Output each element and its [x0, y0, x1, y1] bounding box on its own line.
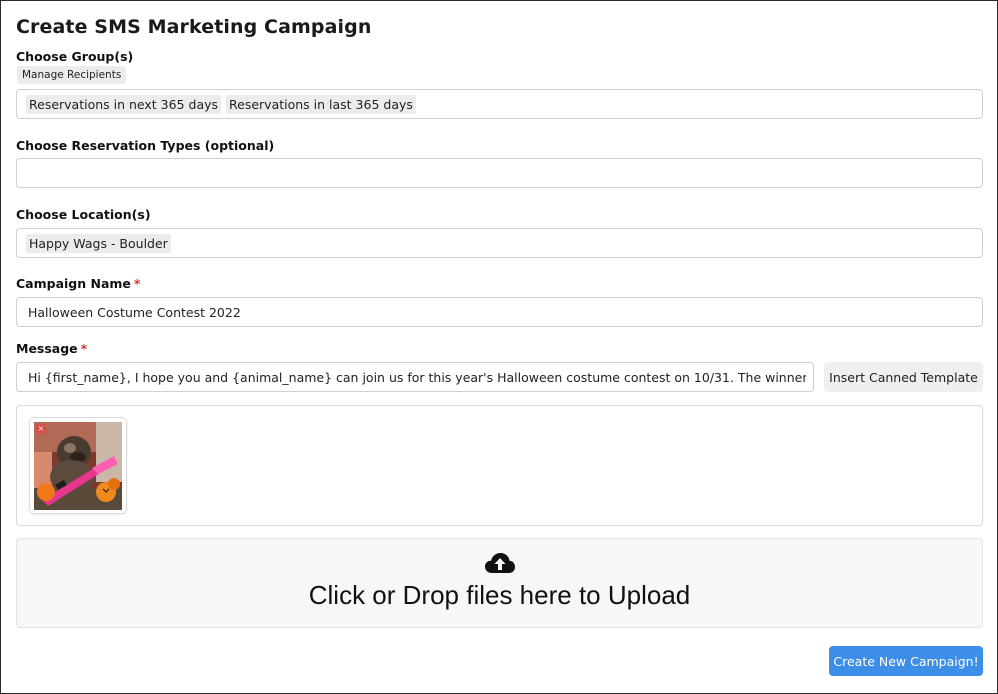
upload-instructions: Click or Drop files here to Upload: [308, 580, 691, 610]
dog-costume-photo: [34, 422, 122, 510]
locations-select[interactable]: Happy Wags - Boulder: [16, 228, 983, 258]
create-new-campaign-button[interactable]: Create New Campaign!: [829, 646, 983, 676]
groups-select[interactable]: Reservations in next 365 days Reservatio…: [16, 89, 983, 119]
page-title: Create SMS Marketing Campaign: [16, 16, 372, 38]
close-icon[interactable]: ×: [36, 424, 46, 434]
message-input[interactable]: Hi {first_name}, I hope you and {animal_…: [16, 362, 814, 392]
reservation-types-select[interactable]: [16, 158, 983, 188]
required-marker: *: [133, 276, 141, 291]
locations-label: Choose Location(s): [16, 207, 151, 222]
message-label: Message *: [16, 341, 87, 356]
message-label-text: Message: [16, 341, 78, 356]
campaign-name-label: Campaign Name *: [16, 276, 140, 291]
message-value: Hi {first_name}, I hope you and {animal_…: [28, 369, 806, 385]
insert-canned-template-button[interactable]: Insert Canned Template: [824, 362, 983, 392]
attachment-preview-area: ×: [16, 405, 983, 526]
reservation-types-label: Choose Reservation Types (optional): [16, 138, 275, 153]
location-chip[interactable]: Happy Wags - Boulder: [26, 233, 171, 253]
group-chip[interactable]: Reservations in next 365 days: [26, 94, 222, 114]
campaign-name-input[interactable]: Halloween Costume Contest 2022: [16, 297, 983, 327]
manage-recipients-button[interactable]: Manage Recipients: [17, 66, 127, 84]
cloud-upload-icon: [485, 553, 515, 573]
upload-dropzone[interactable]: Click or Drop files here to Upload: [16, 538, 983, 628]
attachment-thumbnail[interactable]: ×: [29, 417, 127, 514]
group-chip[interactable]: Reservations in last 365 days: [226, 94, 416, 114]
campaign-name-label-text: Campaign Name: [16, 276, 131, 291]
groups-label: Choose Group(s): [16, 49, 134, 64]
campaign-name-value: Halloween Costume Contest 2022: [28, 304, 241, 320]
required-marker: *: [80, 341, 88, 356]
campaign-form: Create SMS Marketing Campaign Choose Gro…: [0, 0, 998, 694]
